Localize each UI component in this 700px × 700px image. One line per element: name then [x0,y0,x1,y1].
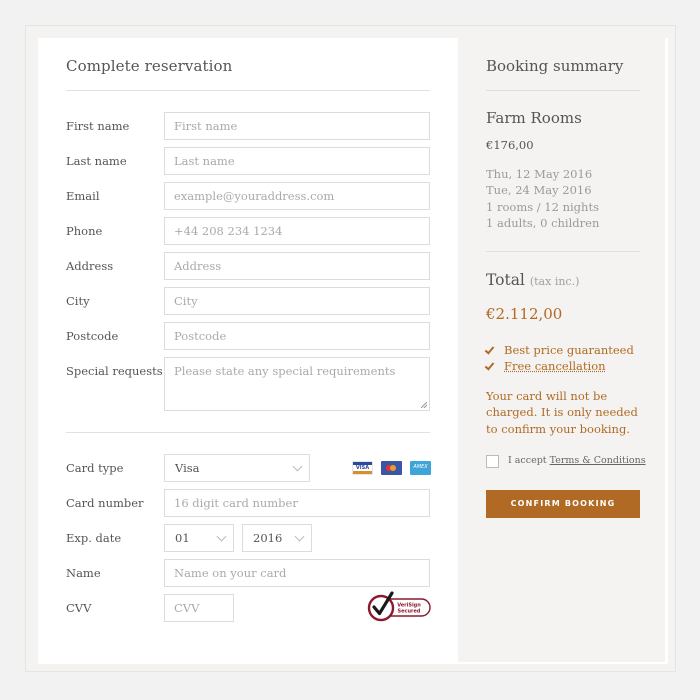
email-input[interactable]: example@youraddress.com [164,182,430,210]
amex-card-icon: AMEX [410,461,431,475]
last-name-input[interactable]: Last name [164,147,430,175]
postcode-label: Postcode [66,329,119,343]
divider [66,432,430,433]
check-in-date: Thu, 12 May 2016 [486,167,593,181]
address-row: Address Address [66,252,430,280]
chevron-down-icon [216,531,227,542]
card-name-input[interactable]: Name on your card [164,559,430,587]
card-type-row: Card type Visa VISA AMEX [66,454,431,482]
card-number-label: Card number [66,496,144,510]
special-requests-row: Special requests Please state any specia… [66,357,430,411]
visa-card-icon: VISA [352,461,373,475]
card-type-label: Card type [66,461,124,475]
chevron-down-icon [292,461,303,472]
cvv-label: CVV [66,601,92,615]
last-name-label: Last name [66,154,127,168]
card-name-label: Name [66,566,101,580]
rooms-nights: 1 rooms / 12 nights [486,199,599,214]
mastercard-icon [381,461,402,475]
phone-input[interactable]: +44 208 234 1234 [164,217,430,245]
exp-date-label: Exp. date [66,531,122,545]
tax-note: (tax inc.) [529,275,580,288]
benefit-best-price: Best price guaranteed [484,342,634,358]
city-row: City City [66,287,430,315]
cvv-input[interactable]: CVV [164,594,234,622]
first-name-input[interactable]: First name [164,112,430,140]
terms-checkbox[interactable] [486,455,499,468]
reservation-card: Complete reservation First name First na… [38,38,668,664]
divider [486,251,640,252]
exp-year-value: 2016 [253,531,283,545]
card-number-input[interactable]: 16 digit card number [164,489,430,517]
total-label: Total (tax inc.) [486,271,580,289]
page-frame: Complete reservation First name First na… [25,25,676,672]
total-price: €2.112,00 [486,305,563,323]
form-title: Complete reservation [66,57,233,75]
exp-month-select[interactable]: 01 [164,524,234,552]
free-cancellation-link[interactable]: Free cancellation [504,359,606,373]
special-requests-placeholder: Please state any special requirements [174,364,396,378]
phone-row: Phone +44 208 234 1234 [66,217,430,245]
exp-month-value: 01 [175,531,190,545]
check-icon [484,360,495,371]
chevron-down-icon [294,531,305,542]
postcode-row: Postcode Postcode [66,322,430,350]
room-price: €176,00 [486,138,534,152]
confirm-booking-button[interactable]: CONFIRM BOOKING [486,490,640,518]
check-icon [484,344,495,355]
card-type-select[interactable]: Visa [164,454,310,482]
last-name-row: Last name Last name [66,147,430,175]
email-row: Email example@youraddress.com [66,182,430,210]
resize-handle[interactable] [421,402,427,408]
address-input[interactable]: Address [164,252,430,280]
email-label: Email [66,189,100,203]
card-type-value: Visa [175,461,200,475]
terms-link[interactable]: Terms & Conditions [550,455,646,466]
city-label: City [66,294,90,308]
summary-title: Booking summary [486,57,624,75]
card-number-row: Card number 16 digit card number [66,489,430,517]
divider [486,90,640,91]
check-out-date: Tue, 24 May 2016 [486,183,592,198]
first-name-label: First name [66,119,130,133]
postcode-input[interactable]: Postcode [164,322,430,350]
benefit-free-cancellation: Free cancellation [484,358,634,374]
benefits-list: Best price guaranteed Free cancellation [484,342,634,374]
booking-details: Thu, 12 May 2016 Tue, 24 May 2016 1 room… [486,166,599,231]
exp-year-select[interactable]: 2016 [242,524,312,552]
phone-label: Phone [66,224,103,238]
special-requests-label: Special requests [66,364,163,378]
guests: 1 adults, 0 children [486,215,600,230]
secured-text: Secured [398,609,421,615]
verisign-secured-badge: VeriSign Secured [367,591,431,622]
divider [66,90,430,91]
special-requests-textarea[interactable]: Please state any special requirements [164,357,430,411]
card-name-row: Name Name on your card [66,559,430,587]
exp-date-row: Exp. date 01 2016 [66,524,430,552]
card-charge-note: Your card will not be charged. It is onl… [486,389,638,436]
first-name-row: First name First name [66,112,430,140]
address-label: Address [66,259,114,273]
room-name: Farm Rooms [486,109,582,127]
city-input[interactable]: City [164,287,430,315]
booking-summary-panel: Booking summary Farm Rooms €176,00 Thu, … [458,38,665,662]
terms-text: I accept Terms & Conditions [508,455,646,466]
cvv-row: CVV CVV VeriSign Secured [66,591,431,622]
